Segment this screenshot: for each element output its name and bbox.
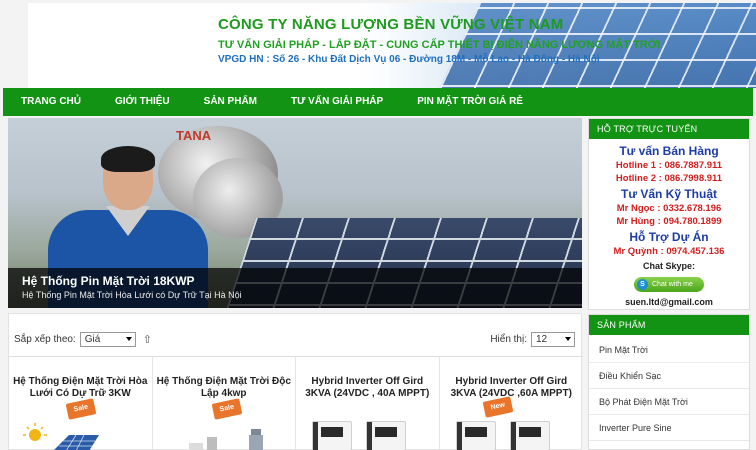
nav-item-cheap-panels[interactable]: PIN MẶT TRỜI GIÁ RẺ bbox=[400, 88, 540, 116]
product-card[interactable]: Hệ Thống Điện Mặt Trời Hòa Lưới Có Dự Tr… bbox=[9, 357, 153, 450]
hotline-1[interactable]: Hotline 1 : 086.7887.911 bbox=[589, 160, 749, 171]
inverter-unit bbox=[366, 421, 406, 450]
category-item[interactable]: Hybrid Inverter bbox=[589, 441, 749, 450]
hero-slider[interactable]: TANA Hệ Thống Pin Mặt Trời 18KWP Hệ Thốn… bbox=[8, 118, 582, 308]
skype-row: S Chat with me bbox=[589, 273, 749, 292]
company-address: VPGD HN : Số 26 - Khu Đất Dịch Vụ 06 - Đ… bbox=[218, 54, 600, 65]
nav-item-home[interactable]: TRANG CHỦ bbox=[3, 88, 98, 116]
page: CÔNG TY NĂNG LƯỢNG BỀN VỮNG VIỆT NAM TƯ … bbox=[0, 0, 756, 450]
product-grid: Hệ Thống Điện Mặt Trời Hòa Lưới Có Dự Tr… bbox=[9, 357, 583, 450]
project-heading: Hỗ Trợ Dự Án bbox=[629, 230, 709, 244]
category-item[interactable]: Pin Mặt Trời bbox=[589, 337, 749, 363]
slider-title[interactable]: Hệ Thống Pin Mặt Trời 18KWP bbox=[22, 274, 195, 288]
technician-hair bbox=[101, 146, 155, 172]
sort-bar: Sắp xếp theo: Giá ⇧ bbox=[14, 332, 152, 347]
skype-icon: S bbox=[637, 279, 648, 290]
company-tagline: TƯ VẤN GIẢI PHÁP - LẮP ĐẶT - CUNG CẤP TH… bbox=[218, 39, 661, 51]
show-bar: Hiển thị: 12 bbox=[490, 332, 575, 347]
sort-label: Sắp xếp theo: bbox=[14, 334, 76, 345]
project-contact-1[interactable]: Mr Quỳnh : 0974.457.136 bbox=[589, 246, 749, 257]
sales-heading: Tư vấn Bán Hàng bbox=[619, 144, 719, 158]
product-card[interactable]: Hybrid Inverter Off Gird 3KVA (24VDC ,60… bbox=[440, 357, 584, 450]
nav-item-about[interactable]: GIỚI THIỆU bbox=[98, 88, 187, 116]
company-name: CÔNG TY NĂNG LƯỢNG BỀN VỮNG VIỆT NAM bbox=[218, 16, 564, 33]
inverter-image bbox=[450, 421, 570, 450]
tech-contact-2[interactable]: Mr Hùng : 094.780.1899 bbox=[589, 216, 749, 227]
solar-system-image bbox=[23, 423, 99, 450]
main-nav: TRANG CHỦ GIỚI THIỆU SẢN PHẨM TƯ VẤN GIẢ… bbox=[3, 88, 753, 116]
tank-brand-label: TANA bbox=[176, 128, 212, 143]
online-support-box: HỖ TRỢ TRỰC TUYẾN Tư vấn Bán Hàng Hotlin… bbox=[588, 118, 750, 310]
slider-subtitle: Hệ Thống Pin Mặt Trời Hòa Lưới có Dự Trữ… bbox=[22, 290, 242, 300]
product-card[interactable]: Hệ Thống Điện Mặt Trời Độc Lập 4kwp Sale bbox=[153, 357, 296, 450]
tech-contact-1[interactable]: Mr Ngọc : 0332.678.196 bbox=[589, 203, 749, 214]
chevron-down-icon bbox=[125, 337, 132, 341]
show-count-value: 12 bbox=[536, 334, 548, 345]
category-item[interactable]: Inverter Pure Sine bbox=[589, 415, 749, 441]
show-label: Hiển thị: bbox=[490, 334, 527, 345]
support-title: HỖ TRỢ TRỰC TUYẾN bbox=[589, 119, 749, 139]
inverter-unit bbox=[509, 421, 550, 450]
tech-heading: Tư Vấn Kỹ Thuật bbox=[620, 187, 718, 201]
support-email[interactable]: suen.ltd@gmail.com bbox=[589, 297, 749, 307]
sale-badge: Sale bbox=[65, 398, 97, 420]
product-name[interactable]: Hybrid Inverter Off Gird 3KVA (24VDC , 4… bbox=[300, 376, 435, 400]
product-category-box: SẢN PHẨM Pin Mặt Trời Điều Khiển Sạc Bộ … bbox=[588, 314, 750, 450]
inverter-unit bbox=[312, 421, 352, 450]
product-listing: Sắp xếp theo: Giá ⇧ Hiển thị: 12 Hệ Thốn… bbox=[8, 313, 583, 450]
product-card[interactable]: Hybrid Inverter Off Gird 3KVA (24VDC , 4… bbox=[296, 357, 440, 450]
nav-item-products[interactable]: SẢN PHẨM bbox=[187, 88, 274, 116]
category-list: Pin Mặt Trời Điều Khiển Sạc Bộ Phát Điện… bbox=[589, 335, 749, 450]
category-item[interactable]: Điều Khiển Sạc bbox=[589, 363, 749, 389]
product-name[interactable]: Hybrid Inverter Off Gird 3KVA (24VDC ,60… bbox=[444, 376, 580, 400]
off-grid-system-image bbox=[188, 429, 263, 450]
category-title: SẢN PHẨM bbox=[589, 315, 749, 335]
sale-badge: Sale bbox=[211, 398, 242, 420]
sort-direction-icon[interactable]: ⇧ bbox=[143, 333, 152, 346]
category-item[interactable]: Bộ Phát Điện Mặt Trời bbox=[589, 389, 749, 415]
slider-caption: Hệ Thống Pin Mặt Trời 18KWP Hệ Thống Pin… bbox=[8, 268, 582, 308]
site-header: CÔNG TY NĂNG LƯỢNG BỀN VỮNG VIỆT NAM TƯ … bbox=[28, 3, 756, 88]
skype-label: Chat Skype: bbox=[642, 261, 695, 271]
hotline-2[interactable]: Hotline 2 : 086.7998.911 bbox=[589, 173, 749, 184]
product-name[interactable]: Hệ Thống Điện Mặt Trời Hòa Lưới Có Dự Tr… bbox=[13, 376, 148, 400]
sort-select-value: Giá bbox=[84, 334, 101, 345]
skype-button-label: Chat with me bbox=[652, 281, 693, 288]
skype-chat-button[interactable]: S Chat with me bbox=[634, 277, 704, 292]
sort-select[interactable]: Giá bbox=[79, 332, 136, 347]
chevron-down-icon bbox=[565, 337, 571, 341]
show-count-select[interactable]: 12 bbox=[531, 332, 575, 347]
product-name[interactable]: Hệ Thống Điện Mặt Trời Độc Lập 4kwp bbox=[157, 376, 292, 400]
inverter-unit bbox=[455, 421, 496, 450]
nav-item-consulting[interactable]: TƯ VẤN GIẢI PHÁP bbox=[274, 88, 400, 116]
inverter-image bbox=[306, 421, 426, 450]
